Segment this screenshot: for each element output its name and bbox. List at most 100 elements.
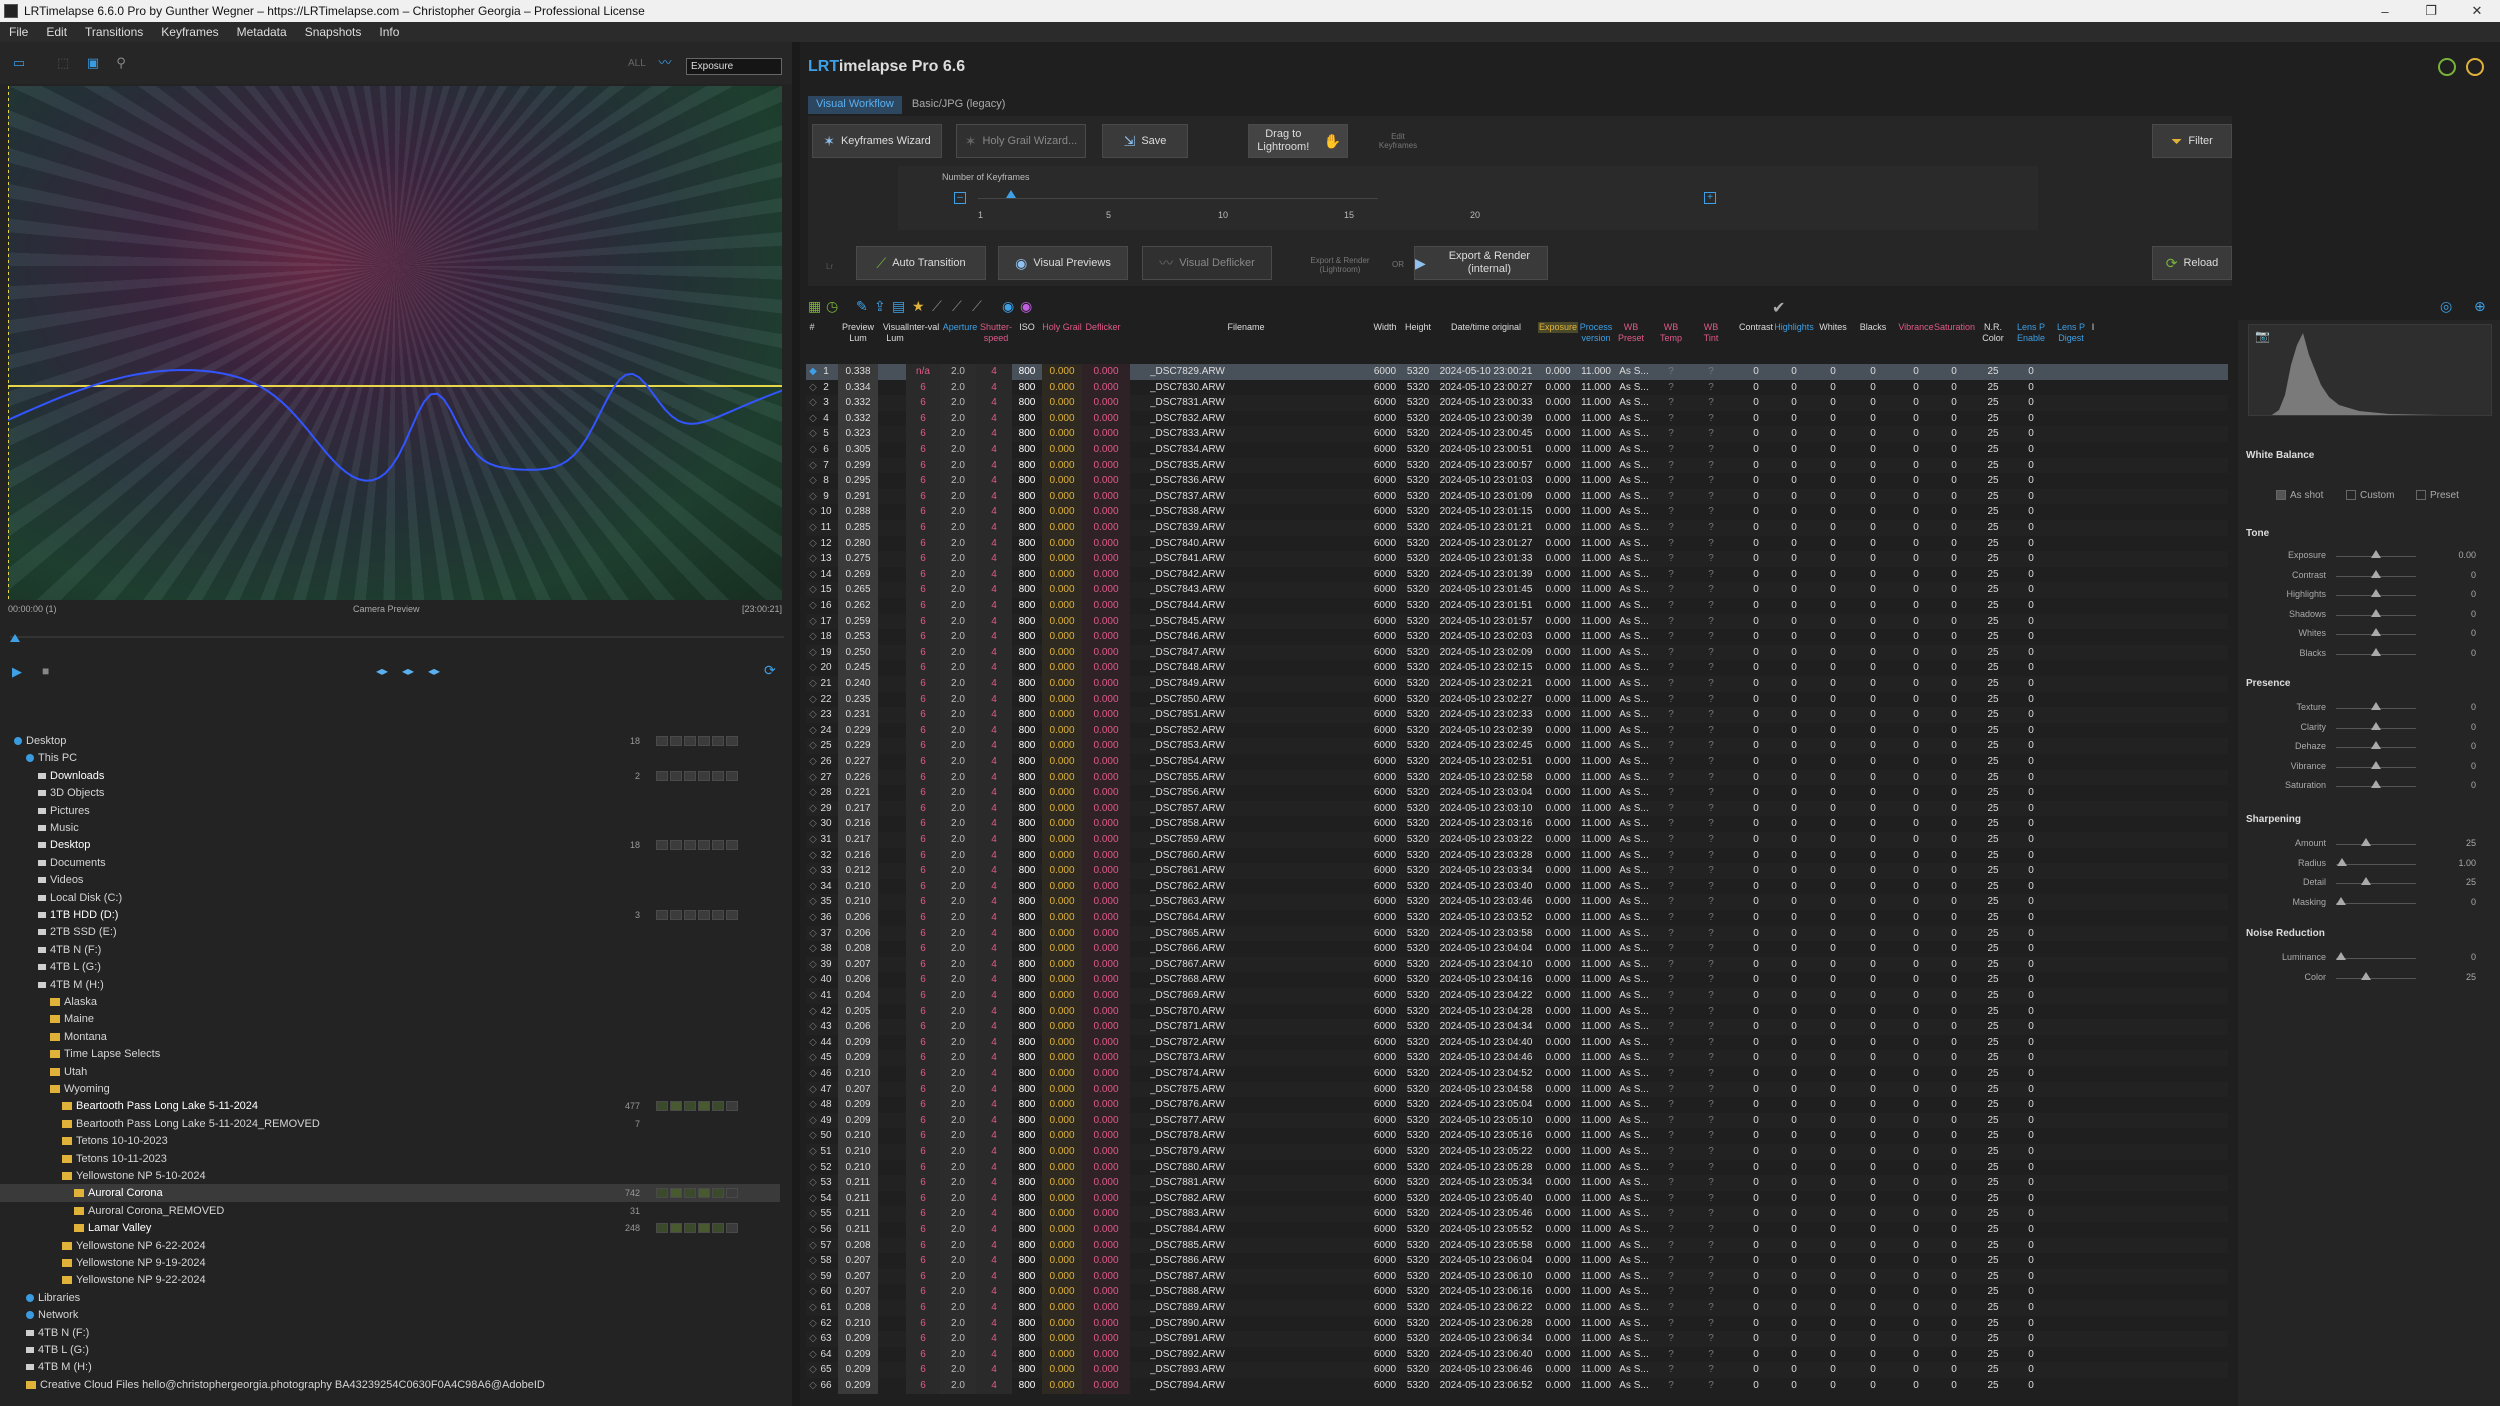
export-render-lightroom-label[interactable]: Export & Render (Lightroom): [1300, 256, 1380, 274]
column-header[interactable]: Shutter-speed: [976, 322, 1016, 344]
save-button[interactable]: ⇲ Save: [1102, 124, 1188, 158]
slider-handle[interactable]: [2371, 589, 2381, 598]
keyframe-marker-icon[interactable]: ◇: [808, 1269, 818, 1285]
develop-slider-row[interactable]: Clarity 0: [2246, 721, 2476, 736]
play-icon[interactable]: ▶: [12, 664, 22, 680]
circle-icon[interactable]: ◉: [1002, 298, 1014, 315]
checkmark-icon[interactable]: ✔: [1772, 298, 1785, 318]
tree-item[interactable]: Documents: [0, 854, 780, 872]
keyframe-marker-icon[interactable]: ◇: [808, 629, 818, 645]
zoom-fit-icon[interactable]: ◂▸: [402, 664, 414, 678]
timeline-track[interactable]: [10, 636, 784, 638]
develop-slider-row[interactable]: Vibrance 0: [2246, 760, 2476, 775]
table-row[interactable]: ◇ 38 0.208 6 2.0 4 800 0.000 0.000 _DSC7866.ARW 60…: [806, 941, 2228, 957]
decrease-keyframes-button[interactable]: –: [954, 192, 966, 204]
table-row[interactable]: ◇ 39 0.207 6 2.0 4 800 0.000 0.000 _DSC7867.ARW 60…: [806, 956, 2228, 973]
table-row[interactable]: ◇ 22 0.235 6 2.0 4 800 0.000 0.000 _DSC7850.ARW 60…: [806, 691, 2228, 708]
wb-option-radio[interactable]: Custom: [2346, 490, 2394, 501]
slider-handle[interactable]: [2371, 760, 2381, 769]
table-row[interactable]: ◇ 4 0.332 6 2.0 4 800 0.000 0.000 _DSC7832.ARW 600…: [806, 410, 2228, 427]
tree-item[interactable]: Time Lapse Selects: [0, 1045, 780, 1063]
develop-slider-row[interactable]: Contrast 0: [2246, 569, 2476, 584]
table-row[interactable]: ◇ 16 0.262 6 2.0 4 800 0.000 0.000 _DSC7844.ARW 60…: [806, 598, 2228, 614]
tree-item[interactable]: 4TB N (F:): [0, 1324, 780, 1342]
tree-item[interactable]: Utah: [0, 1063, 780, 1081]
table-row[interactable]: ◇ 13 0.275 6 2.0 4 800 0.000 0.000 _DSC7841.ARW 60…: [806, 551, 2228, 567]
keyframe-marker-icon[interactable]: ◇: [808, 1300, 818, 1316]
develop-slider-row[interactable]: Amount 25: [2246, 838, 2476, 852]
keyframe-marker-icon[interactable]: ◇: [808, 1035, 818, 1051]
keyframe-marker-icon[interactable]: ◇: [808, 395, 818, 411]
slider-track[interactable]: [2336, 863, 2416, 865]
develop-slider-row[interactable]: Blacks 0: [2246, 648, 2476, 662]
all-filter[interactable]: ALL: [628, 58, 646, 69]
tree-item[interactable]: Tetons 10-11-2023: [0, 1150, 780, 1168]
table-row[interactable]: ◇ 10 0.288 6 2.0 4 800 0.000 0.000 _DSC7838.ARW 60…: [806, 504, 2228, 520]
keyframe-marker-icon[interactable]: ◇: [808, 614, 818, 630]
minimize-icon[interactable]: –: [2362, 0, 2408, 22]
menu-metadata[interactable]: Metadata: [228, 25, 296, 39]
keyframe-marker-icon[interactable]: ◇: [808, 1050, 818, 1066]
table-row[interactable]: ◇ 61 0.208 6 2.0 4 800 0.000 0.000 _DSC7889.ARW 60…: [806, 1300, 2228, 1316]
keyframes-wizard-button[interactable]: ✶ Keyframes Wizard: [812, 124, 942, 158]
keyframe-marker-icon[interactable]: ◇: [808, 536, 818, 552]
keyframe-marker-icon[interactable]: ◇: [808, 1175, 818, 1191]
drag-to-lightroom-button[interactable]: Drag to Lightroom! ✋: [1248, 124, 1348, 158]
save-icon[interactable]: ▤: [892, 298, 905, 315]
table-row[interactable]: ◇ 31 0.217 6 2.0 4 800 0.000 0.000 _DSC7859.ARW 60…: [806, 832, 2228, 848]
keyframe-marker-icon[interactable]: ◇: [808, 1316, 818, 1332]
keyframe-marker-icon[interactable]: ◇: [808, 645, 818, 661]
column-header[interactable]: Inter-val: [906, 322, 940, 333]
tree-item[interactable]: Desktop 18: [0, 836, 780, 854]
develop-slider-row[interactable]: Luminance 0: [2246, 952, 2476, 966]
keyframe-marker-icon[interactable]: ◇: [808, 1222, 818, 1238]
slider-track[interactable]: [2336, 958, 2416, 959]
keyframe-marker-icon[interactable]: ◇: [808, 473, 818, 489]
menu-info[interactable]: Info: [370, 25, 408, 39]
keyframe-marker-icon[interactable]: ◇: [808, 442, 818, 458]
develop-slider-row[interactable]: Exposure 0.00: [2246, 550, 2476, 564]
table-row[interactable]: ◇ 55 0.211 6 2.0 4 800 0.000 0.000 _DSC7883.ARW 60…: [806, 1206, 2228, 1222]
tree-item[interactable]: Downloads 2: [0, 767, 780, 785]
table-row[interactable]: ◇ 9 0.291 6 2.0 4 800 0.000 0.000 _DSC7837.ARW 600…: [806, 488, 2228, 505]
tree-item[interactable]: Creative Cloud Files hello@christopherge…: [0, 1376, 780, 1394]
tree-item[interactable]: Beartooth Pass Long Lake 5-11-2024_REMOV…: [0, 1115, 780, 1133]
keyframe-marker-icon[interactable]: ◇: [808, 894, 818, 910]
keyframe-marker-icon[interactable]: ◇: [808, 785, 818, 801]
tab-visual-workflow[interactable]: Visual Workflow: [808, 96, 902, 114]
tree-item[interactable]: Montana: [0, 1028, 780, 1046]
column-header[interactable]: Preview Lum: [838, 322, 878, 344]
develop-slider-row[interactable]: Texture 0: [2246, 702, 2476, 716]
slider-track[interactable]: [2336, 977, 2416, 979]
column-header[interactable]: WB Temp: [1656, 322, 1686, 344]
table-row[interactable]: ◇ 12 0.280 6 2.0 4 800 0.000 0.000 _DSC7840.ARW 60…: [806, 535, 2228, 552]
holy-grail-wizard-button[interactable]: ✶ Holy Grail Wizard...: [956, 124, 1086, 158]
column-header[interactable]: Blacks: [1856, 322, 1890, 333]
tree-item[interactable]: Music: [0, 819, 780, 837]
keyframe-marker-icon[interactable]: ◇: [808, 832, 818, 848]
develop-slider-row[interactable]: Masking 0: [2246, 896, 2476, 911]
table-row[interactable]: ◇ 3 0.332 6 2.0 4 800 0.000 0.000 _DSC7831.ARW 600…: [806, 395, 2228, 411]
slider-handle[interactable]: [2336, 896, 2346, 905]
column-header[interactable]: Deflicker: [1076, 322, 1130, 333]
table-icon[interactable]: ▦: [808, 298, 821, 315]
stop-icon[interactable]: ■: [42, 664, 49, 678]
table-row[interactable]: ◇ 17 0.259 6 2.0 4 800 0.000 0.000 _DSC7845.ARW 60…: [806, 613, 2228, 630]
zoom-in-icon[interactable]: ◂▸: [428, 664, 440, 678]
develop-slider-row[interactable]: Detail 25: [2246, 877, 2476, 891]
keyframes-slider-handle[interactable]: [1006, 190, 1016, 198]
reload-button[interactable]: ⟳ Reload: [2152, 246, 2232, 280]
tree-item[interactable]: Auroral Corona 742: [0, 1184, 780, 1203]
keyframe-marker-icon[interactable]: ◇: [808, 816, 818, 832]
tab-basic-jpg[interactable]: Basic/JPG (legacy): [904, 96, 1014, 114]
table-row[interactable]: ◇ 33 0.212 6 2.0 4 800 0.000 0.000 _DSC7861.ARW 60…: [806, 863, 2228, 879]
image-icon[interactable]: ▣: [84, 56, 102, 70]
curve-icon[interactable]: 〰: [656, 56, 674, 70]
auto-transition-button[interactable]: ⟋ Auto Transition: [856, 246, 986, 280]
tree-item[interactable]: Alaska: [0, 993, 780, 1011]
keyframe-marker-icon[interactable]: ◇: [808, 1347, 818, 1363]
column-header[interactable]: N.R. Color: [1978, 322, 2008, 344]
tree-item[interactable]: Libraries: [0, 1289, 780, 1307]
refresh-icon[interactable]: ⟳: [764, 662, 776, 679]
tree-item[interactable]: 4TB M (H:): [0, 976, 780, 994]
